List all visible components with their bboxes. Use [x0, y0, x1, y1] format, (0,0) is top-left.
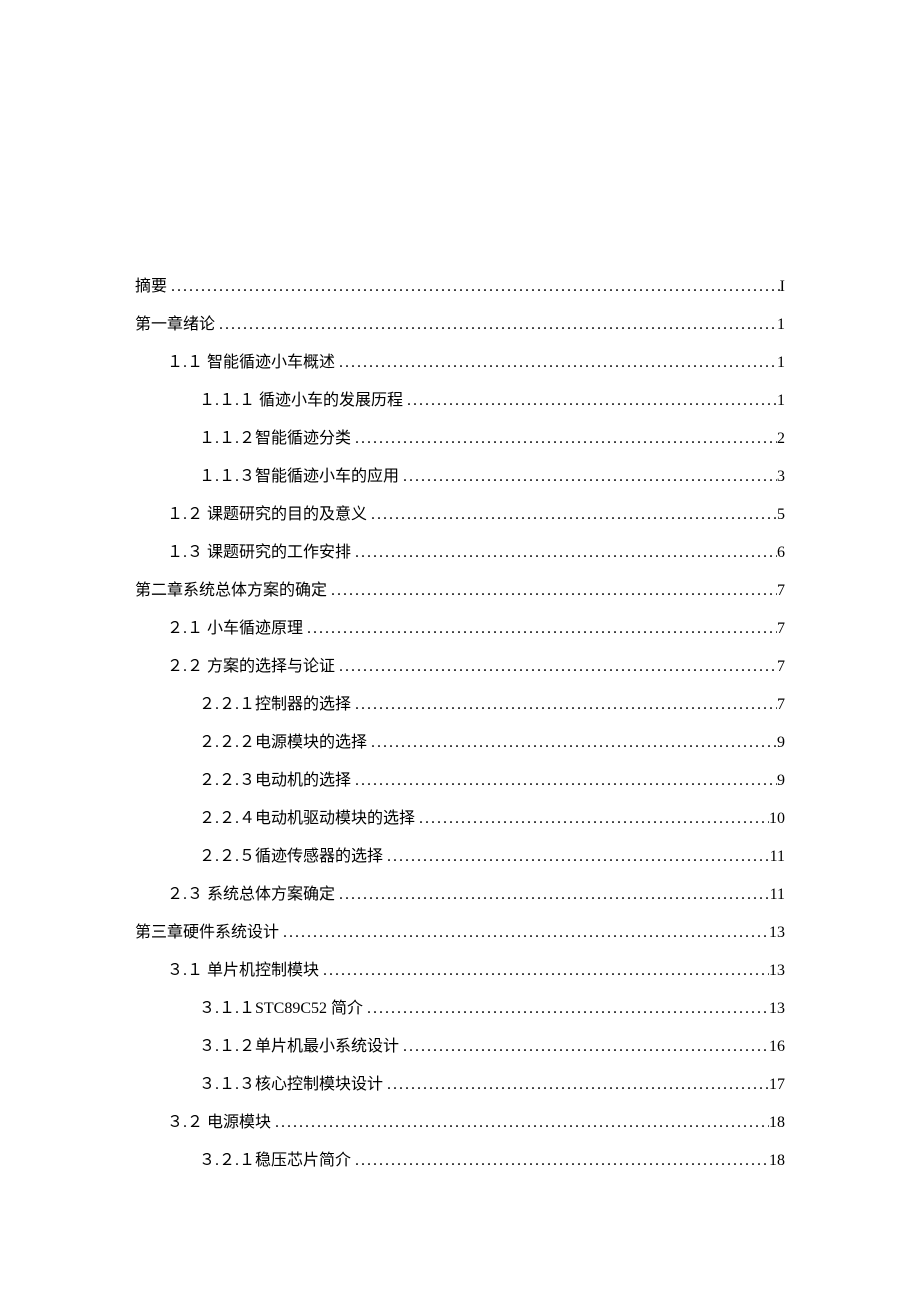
table-of-contents: 摘要I第一章绪论1１.１ 智能循迹小车概述1１.１.１ 循迹小车的发展历程1１.… — [135, 275, 785, 1173]
toc-entry: １.１.２智能循迹分类 2 — [135, 427, 785, 451]
toc-page: 1 — [777, 313, 785, 337]
toc-leader — [335, 351, 777, 375]
toc-label: １.３ 课题研究的工作安排 — [167, 541, 351, 565]
toc-leader — [367, 731, 777, 755]
toc-entry: ３.１.１STC89C52 简介 13 — [135, 997, 785, 1021]
toc-label: ２.２.３电动机的选择 — [199, 769, 351, 793]
toc-label: ２.２ 方案的选择与论证 — [167, 655, 335, 679]
toc-entry: ２.２.２电源模块的选择 9 — [135, 731, 785, 755]
toc-leader — [351, 1149, 769, 1173]
toc-page: 7 — [777, 655, 785, 679]
toc-label: １.１.３智能循迹小车的应用 — [199, 465, 399, 489]
toc-page: 9 — [777, 769, 785, 793]
toc-label: ２.２.１控制器的选择 — [199, 693, 351, 717]
toc-leader — [399, 465, 777, 489]
toc-page: 18 — [769, 1111, 785, 1135]
toc-label: ３.１.２单片机最小系统设计 — [199, 1035, 399, 1059]
toc-entry: １.１.３智能循迹小车的应用 3 — [135, 465, 785, 489]
toc-page: 13 — [769, 959, 785, 983]
toc-entry: １.３ 课题研究的工作安排 6 — [135, 541, 785, 565]
toc-entry: ２.１ 小车循迹原理 7 — [135, 617, 785, 641]
toc-page: 5 — [777, 503, 785, 527]
toc-label: 第二章系统总体方案的确定 — [135, 579, 327, 603]
toc-page: 10 — [769, 807, 785, 831]
toc-entry: 摘要 I — [135, 275, 785, 299]
toc-leader — [403, 389, 777, 413]
toc-leader — [279, 921, 769, 945]
toc-label: 第三章硬件系统设计 — [135, 921, 279, 945]
toc-label: 摘要 — [135, 275, 167, 299]
toc-leader — [383, 845, 770, 869]
toc-page: 13 — [769, 921, 785, 945]
toc-leader — [351, 541, 777, 565]
toc-leader — [303, 617, 777, 641]
toc-label: １.１.２智能循迹分类 — [199, 427, 351, 451]
toc-label: １.２ 课题研究的目的及意义 — [167, 503, 367, 527]
toc-entry: ３.２ 电源模块 18 — [135, 1111, 785, 1135]
toc-leader — [327, 579, 777, 603]
toc-leader — [399, 1035, 769, 1059]
toc-entry: ２.２.１控制器的选择 7 — [135, 693, 785, 717]
toc-label: 第一章绪论 — [135, 313, 215, 337]
toc-leader — [367, 503, 777, 527]
toc-page: 11 — [770, 883, 785, 907]
toc-entry: ２.２.５循迹传感器的选择 11 — [135, 845, 785, 869]
toc-page: 11 — [770, 845, 785, 869]
toc-leader — [167, 275, 780, 299]
toc-entry: ２.２ 方案的选择与论证 7 — [135, 655, 785, 679]
toc-label: ２.３ 系统总体方案确定 — [167, 883, 335, 907]
toc-page: 17 — [769, 1073, 785, 1097]
toc-entry: １.１ 智能循迹小车概述 1 — [135, 351, 785, 375]
toc-leader — [363, 997, 769, 1021]
toc-entry: 第二章系统总体方案的确定 7 — [135, 579, 785, 603]
toc-leader — [351, 427, 777, 451]
toc-entry: ３.１.３核心控制模块设计 17 — [135, 1073, 785, 1097]
toc-leader — [351, 693, 777, 717]
toc-entry: １.２ 课题研究的目的及意义 5 — [135, 503, 785, 527]
toc-label: ２.１ 小车循迹原理 — [167, 617, 303, 641]
toc-label: ３.１.３核心控制模块设计 — [199, 1073, 383, 1097]
toc-entry: ２.３ 系统总体方案确定 11 — [135, 883, 785, 907]
toc-page: 1 — [777, 389, 785, 413]
toc-page: 9 — [777, 731, 785, 755]
toc-page: I — [780, 275, 785, 299]
toc-leader — [335, 883, 770, 907]
toc-label: １.１.１ 循迹小车的发展历程 — [199, 389, 403, 413]
toc-page: 7 — [777, 693, 785, 717]
toc-page: 13 — [769, 997, 785, 1021]
toc-label: ３.２ 电源模块 — [167, 1111, 271, 1135]
toc-label: １.１ 智能循迹小车概述 — [167, 351, 335, 375]
toc-page: 16 — [769, 1035, 785, 1059]
toc-page: 7 — [777, 579, 785, 603]
toc-entry: ２.２.３电动机的选择 9 — [135, 769, 785, 793]
toc-page: 7 — [777, 617, 785, 641]
toc-entry: ３.１ 单片机控制模块 13 — [135, 959, 785, 983]
toc-label: ２.２.４电动机驱动模块的选择 — [199, 807, 415, 831]
toc-label: ３.１.１STC89C52 简介 — [199, 997, 363, 1021]
toc-entry: 第一章绪论 1 — [135, 313, 785, 337]
toc-leader — [319, 959, 769, 983]
toc-page: 6 — [777, 541, 785, 565]
toc-leader — [215, 313, 777, 337]
toc-label: ３.２.１稳压芯片简介 — [199, 1149, 351, 1173]
toc-entry: ３.１.２单片机最小系统设计 16 — [135, 1035, 785, 1059]
toc-page: 1 — [777, 351, 785, 375]
toc-page: 3 — [777, 465, 785, 489]
toc-page: 2 — [777, 427, 785, 451]
toc-entry: ２.２.４电动机驱动模块的选择 10 — [135, 807, 785, 831]
toc-entry: １.１.１ 循迹小车的发展历程 1 — [135, 389, 785, 413]
toc-page: 18 — [769, 1149, 785, 1173]
toc-leader — [351, 769, 777, 793]
toc-entry: 第三章硬件系统设计 13 — [135, 921, 785, 945]
toc-leader — [415, 807, 769, 831]
toc-label: ３.１ 单片机控制模块 — [167, 959, 319, 983]
toc-entry: ３.２.１稳压芯片简介 18 — [135, 1149, 785, 1173]
toc-leader — [383, 1073, 769, 1097]
toc-label: ２.２.２电源模块的选择 — [199, 731, 367, 755]
toc-leader — [271, 1111, 769, 1135]
toc-leader — [335, 655, 777, 679]
toc-label: ２.２.５循迹传感器的选择 — [199, 845, 383, 869]
